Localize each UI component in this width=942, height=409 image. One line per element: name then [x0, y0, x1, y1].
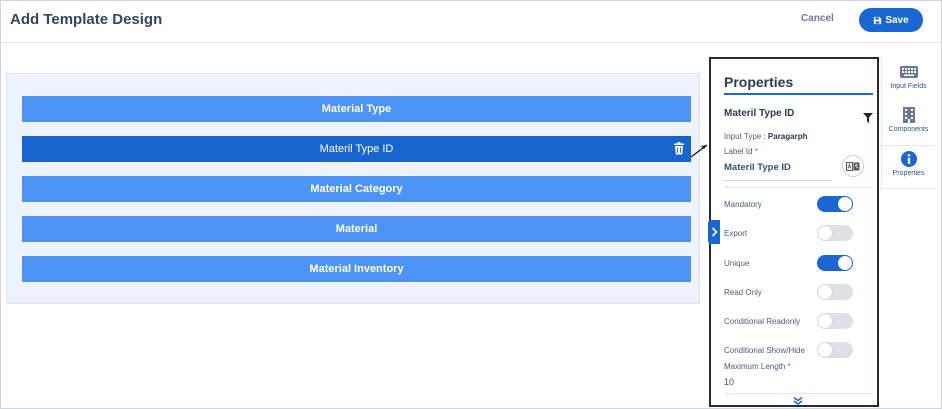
- toggle-knob: [818, 226, 832, 240]
- rail-item-input-fields[interactable]: Input Fields: [882, 59, 935, 99]
- toggle-label-conditional-show-hide: Conditional Show/Hide: [724, 346, 805, 355]
- save-label: Save: [885, 14, 909, 26]
- required-marker: *: [754, 147, 758, 156]
- toggle-knob: [818, 343, 832, 357]
- filter-icon[interactable]: [863, 113, 873, 123]
- label-id-underline: [724, 180, 832, 181]
- field-label: Material Type: [321, 103, 392, 115]
- field-label: Material Category: [310, 183, 403, 195]
- toggle-knob: [818, 314, 832, 328]
- toggle-conditional-show-hide[interactable]: [817, 342, 853, 358]
- toggle-label-export: Export: [724, 229, 748, 238]
- label-id-caption-text: Label Id: [724, 147, 753, 156]
- trash-icon[interactable]: [673, 142, 685, 155]
- page-title: Add Template Design: [10, 11, 163, 28]
- input-type-info: Input Type : Paragarph: [724, 132, 807, 141]
- properties-title: Properties: [724, 74, 794, 90]
- field-label: Material Inventory: [309, 263, 404, 275]
- toggle-knob: [838, 197, 852, 211]
- divider: [724, 393, 873, 394]
- translate-button[interactable]: [842, 155, 864, 177]
- toggle-knob: [818, 285, 832, 299]
- translate-icon: [846, 161, 860, 171]
- keyboard-icon: [899, 64, 918, 80]
- max-length-input[interactable]: 10: [724, 377, 734, 387]
- field-material[interactable]: Material: [22, 216, 691, 242]
- input-type-value: Paragarph: [767, 132, 808, 141]
- toggle-label-unique: Unique: [724, 259, 750, 268]
- design-canvas: Material Type Materil Type ID Material C…: [6, 73, 700, 304]
- max-length-caption: Maximum Length *: [724, 362, 791, 371]
- cancel-button[interactable]: Cancel: [801, 13, 834, 24]
- building-icon: [900, 107, 918, 123]
- field-label: Material: [335, 223, 378, 235]
- field-material-type[interactable]: Material Type: [22, 96, 691, 122]
- app-window: Add Template Design Cancel Save Material…: [0, 0, 942, 409]
- rail-label: Input Fields: [890, 83, 927, 90]
- field-material-category[interactable]: Material Category: [22, 176, 691, 202]
- page-header: Add Template Design Cancel Save: [1, 1, 941, 43]
- label-id-caption: Label Id *: [724, 147, 758, 156]
- max-length-caption-text: Maximum Length: [724, 362, 786, 371]
- selected-field-name: Materil Type ID: [724, 108, 795, 119]
- field-material-inventory[interactable]: Material Inventory: [22, 256, 691, 282]
- rail-label: Properties: [892, 170, 925, 177]
- rail-item-properties[interactable]: Properties: [882, 145, 935, 189]
- divider: [724, 187, 873, 188]
- toggle-knob: [838, 256, 852, 270]
- toggle-read-only[interactable]: [817, 284, 853, 300]
- toggle-label-mandatory: Mandatory: [724, 200, 762, 209]
- save-button[interactable]: Save: [859, 8, 923, 32]
- field-label: Materil Type ID: [319, 143, 394, 155]
- save-icon: [874, 16, 882, 24]
- right-rail: Input Fields Components Properties: [881, 57, 935, 190]
- collapse-panel-button[interactable]: [708, 220, 720, 244]
- toggle-unique[interactable]: [817, 255, 853, 271]
- input-type-caption: Input Type :: [724, 132, 766, 141]
- toggle-mandatory[interactable]: [817, 196, 853, 212]
- toggle-label-read-only: Read Only: [724, 288, 762, 297]
- rail-label: Components: [888, 126, 929, 133]
- label-id-input[interactable]: Materil Type ID: [724, 162, 791, 173]
- toggle-label-conditional-readonly: Conditional Readonly: [724, 317, 801, 326]
- chevron-right-icon: [711, 227, 718, 237]
- toggle-export[interactable]: [817, 225, 853, 241]
- toggle-conditional-readonly[interactable]: [817, 313, 853, 329]
- info-icon: [900, 151, 918, 167]
- rail-item-components[interactable]: Components: [882, 102, 935, 142]
- required-marker: *: [787, 362, 791, 371]
- properties-underline: [724, 93, 873, 95]
- chevron-double-down-icon[interactable]: [793, 397, 803, 405]
- field-materil-type-id[interactable]: Materil Type ID: [22, 136, 691, 162]
- properties-panel: Properties Materil Type ID Input Type : …: [709, 57, 879, 407]
